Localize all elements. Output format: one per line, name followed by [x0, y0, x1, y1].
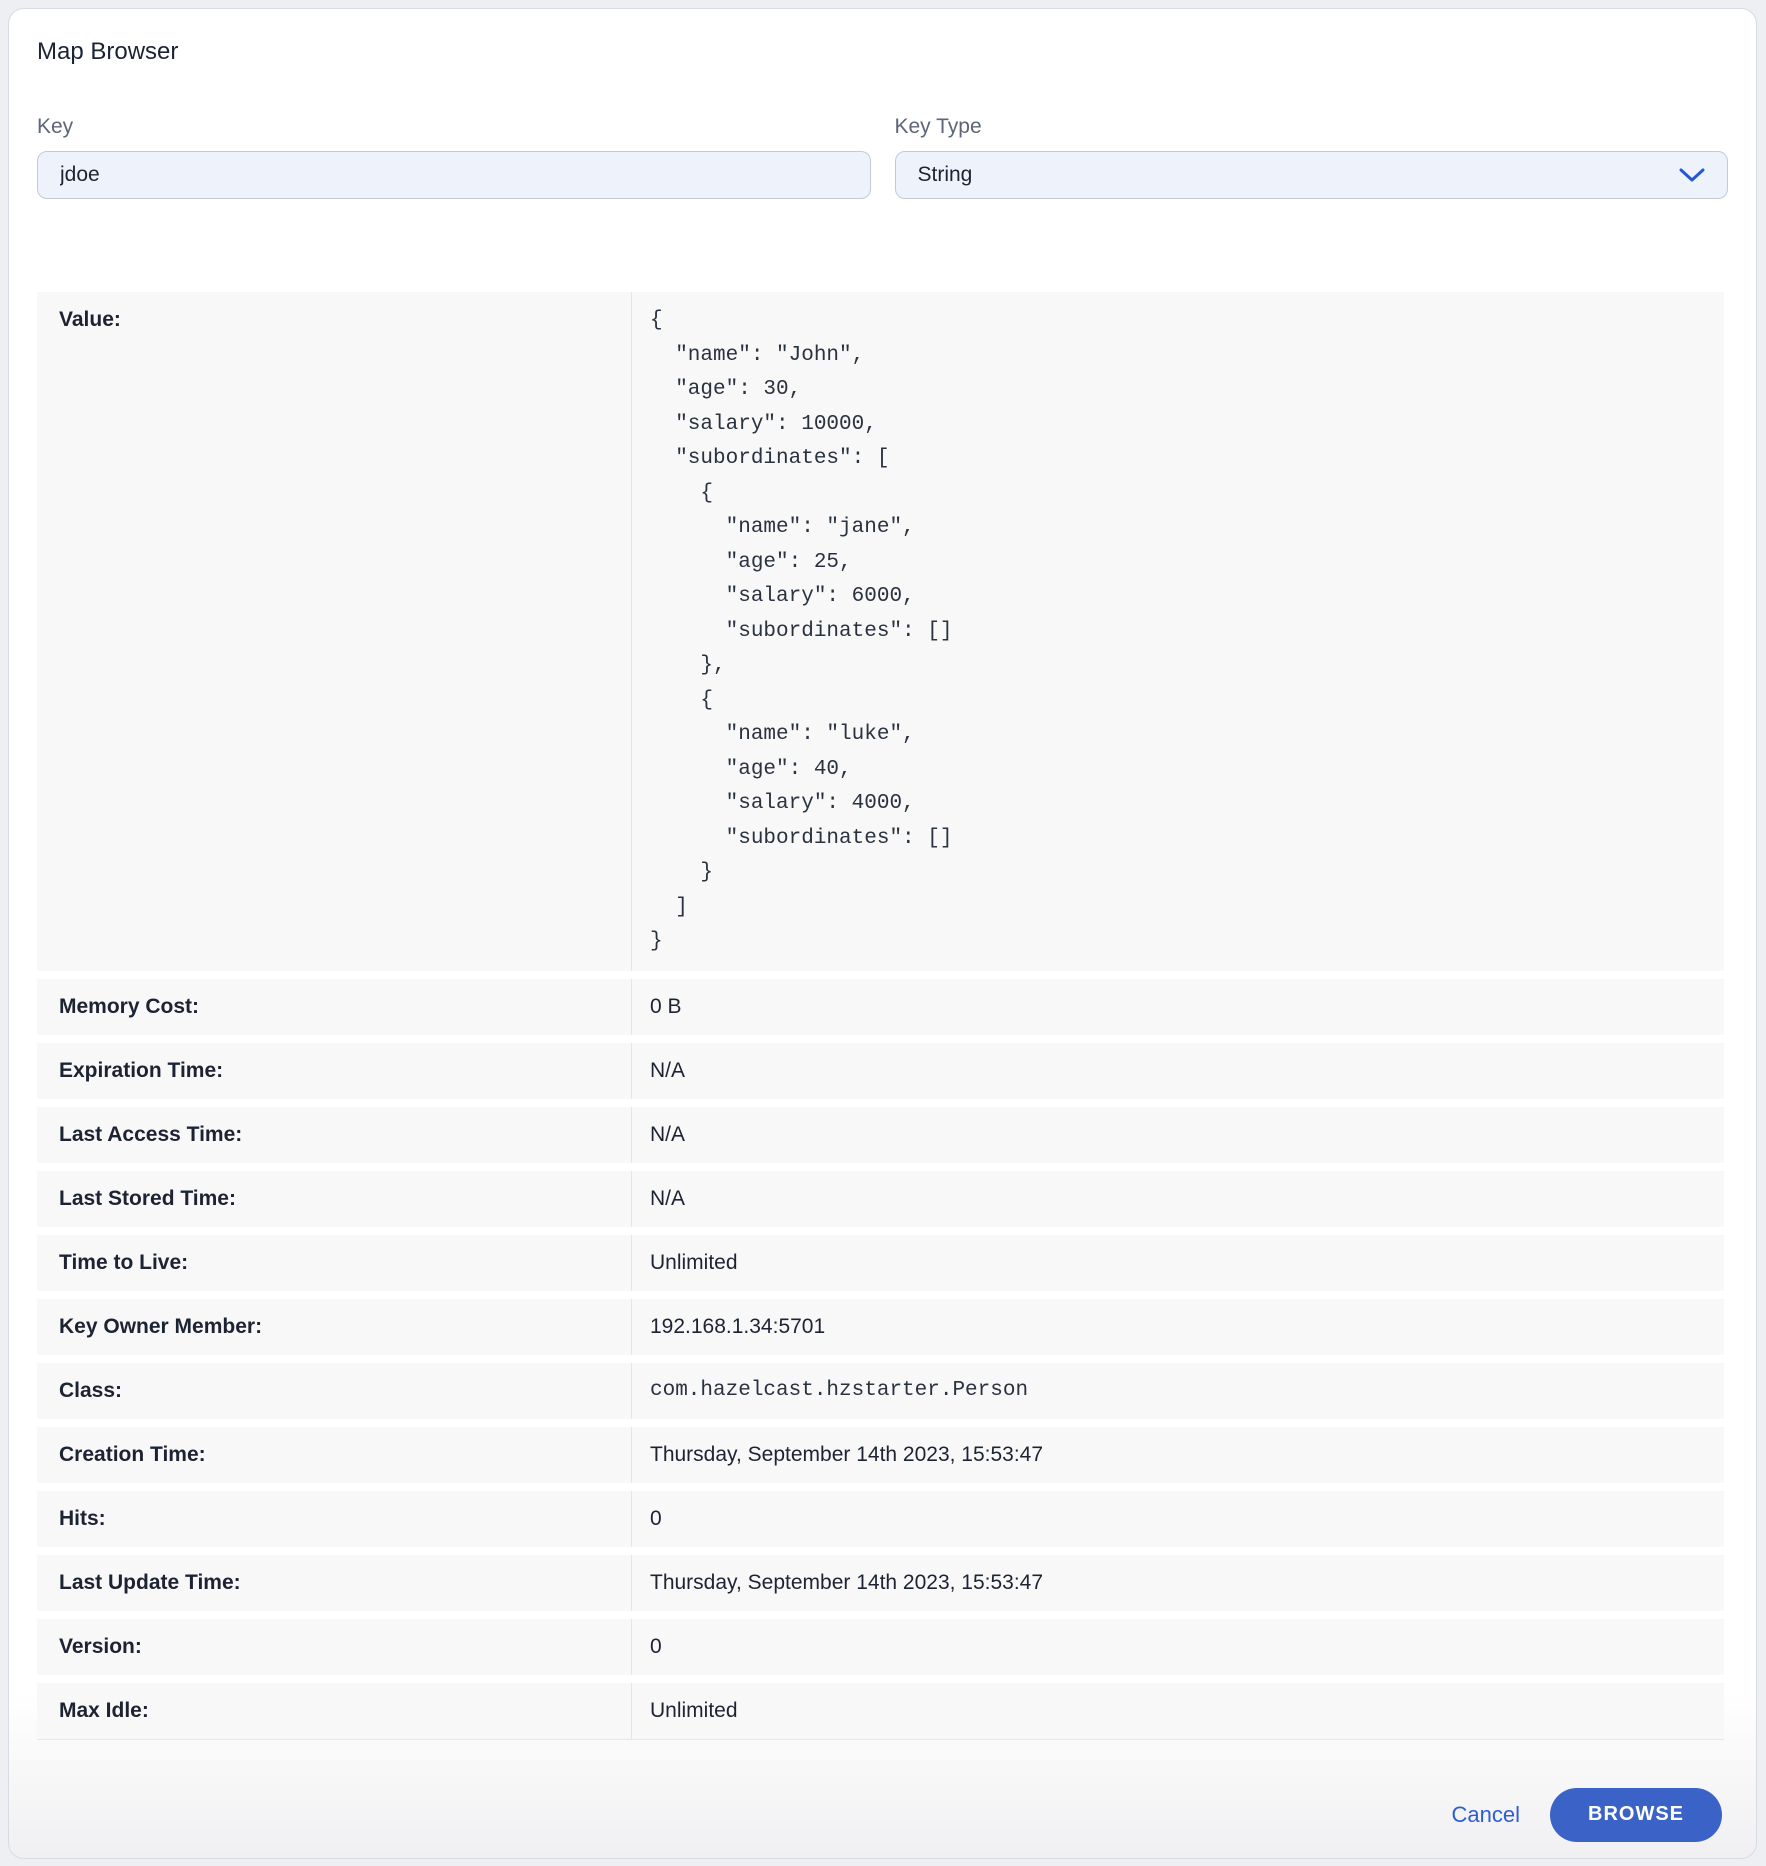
key-type-selected-value: String: [918, 163, 973, 187]
row-label: Last Access Time:: [37, 1123, 631, 1147]
key-type-select[interactable]: String: [895, 151, 1729, 199]
browse-button[interactable]: BROWSE: [1550, 1788, 1722, 1842]
key-form: Key Key Type String: [37, 116, 1728, 199]
row-label: Expiration Time:: [37, 1059, 631, 1083]
row-label: Value:: [37, 292, 631, 332]
key-input[interactable]: [37, 151, 871, 199]
chevron-down-icon: [1679, 168, 1705, 182]
table-row: Memory Cost: 0 B: [37, 979, 1724, 1035]
row-value: { "name": "John", "age": 30, "salary": 1…: [631, 292, 1724, 971]
value-json: { "name": "John", "age": 30, "salary": 1…: [650, 292, 952, 971]
row-value: Unlimited: [631, 1235, 1724, 1291]
table-row: Class: com.hazelcast.hzstarter.Person: [37, 1363, 1724, 1419]
row-label: Version:: [37, 1635, 631, 1659]
map-browser-card: Map Browser Key Key Type String Value: {…: [8, 8, 1757, 1859]
key-label: Key: [37, 116, 871, 138]
row-value: N/A: [631, 1107, 1724, 1163]
row-value: com.hazelcast.hzstarter.Person: [631, 1363, 1724, 1419]
cancel-button[interactable]: Cancel: [1452, 1802, 1520, 1828]
footer-actions: Cancel BROWSE: [37, 1788, 1728, 1842]
row-value: 0 B: [631, 979, 1724, 1035]
row-label: Hits:: [37, 1507, 631, 1531]
row-value: Thursday, September 14th 2023, 15:53:47: [631, 1555, 1724, 1611]
row-value: 0: [631, 1619, 1724, 1675]
table-row: Max Idle: Unlimited: [37, 1683, 1724, 1739]
table-row: Expiration Time: N/A: [37, 1043, 1724, 1099]
page-title: Map Browser: [37, 37, 1728, 67]
table-row: Creation Time: Thursday, September 14th …: [37, 1427, 1724, 1483]
key-type-field-group: Key Type String: [895, 116, 1729, 199]
row-value: N/A: [631, 1171, 1724, 1227]
row-value: N/A: [631, 1043, 1724, 1099]
table-row: Version: 0: [37, 1619, 1724, 1675]
row-label: Class:: [37, 1379, 631, 1403]
row-value: 0: [631, 1491, 1724, 1547]
entry-details-table: Value: { "name": "John", "age": 30, "sal…: [37, 292, 1724, 1740]
table-row: Hits: 0: [37, 1491, 1724, 1547]
table-row: Last Access Time: N/A: [37, 1107, 1724, 1163]
row-value: Unlimited: [631, 1683, 1724, 1739]
row-label: Last Update Time:: [37, 1571, 631, 1595]
table-row: Last Stored Time: N/A: [37, 1171, 1724, 1227]
table-row: Last Update Time: Thursday, September 14…: [37, 1555, 1724, 1611]
row-value: Thursday, September 14th 2023, 15:53:47: [631, 1427, 1724, 1483]
row-label: Memory Cost:: [37, 995, 631, 1019]
key-field-group: Key: [37, 116, 871, 199]
row-label: Creation Time:: [37, 1443, 631, 1467]
row-label: Max Idle:: [37, 1699, 631, 1723]
table-row-value: Value: { "name": "John", "age": 30, "sal…: [37, 292, 1724, 971]
key-type-label: Key Type: [895, 116, 1729, 138]
row-label: Key Owner Member:: [37, 1315, 631, 1339]
table-row: Key Owner Member: 192.168.1.34:5701: [37, 1299, 1724, 1355]
table-row: Time to Live: Unlimited: [37, 1235, 1724, 1291]
row-label: Last Stored Time:: [37, 1187, 631, 1211]
row-value: 192.168.1.34:5701: [631, 1299, 1724, 1355]
row-label: Time to Live:: [37, 1251, 631, 1275]
